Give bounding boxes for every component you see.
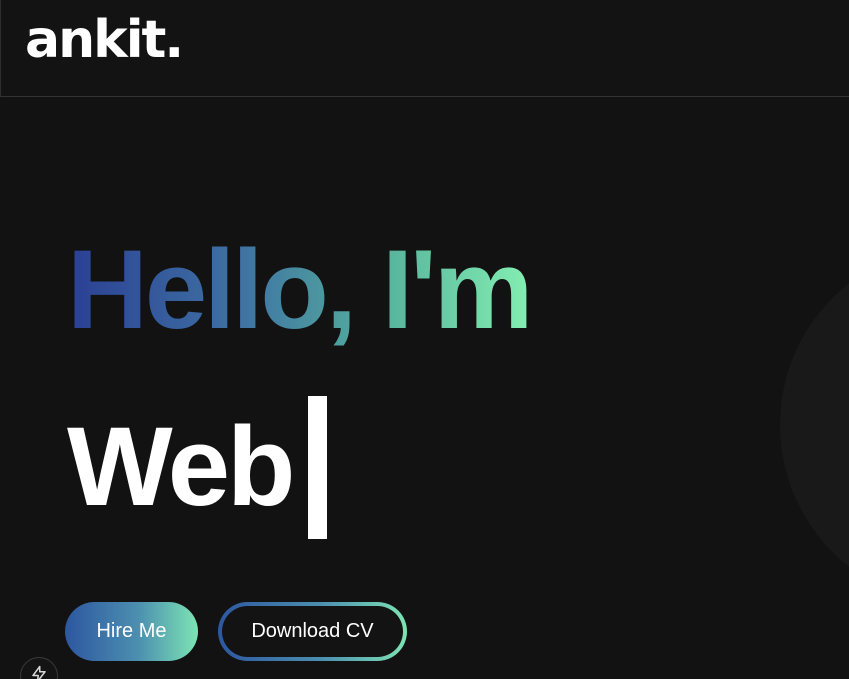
- hire-me-button[interactable]: Hire Me: [65, 602, 198, 661]
- navbar: ankit.: [0, 0, 849, 97]
- site-logo[interactable]: ankit.: [25, 14, 184, 66]
- download-cv-label: Download CV: [222, 606, 403, 657]
- lightning-bolt-button[interactable]: [20, 657, 58, 679]
- lightning-bolt-icon: [32, 665, 46, 679]
- background-circle: [780, 245, 849, 605]
- typing-cursor: [308, 395, 328, 539]
- hero-greeting: Hello, I'm: [67, 227, 533, 352]
- portfolio-page: ankit. Hello, I'm Web Hire Me Download C…: [0, 0, 849, 679]
- hero-role-line: Web: [67, 392, 328, 542]
- download-cv-button[interactable]: Download CV: [218, 602, 407, 661]
- hero-typed-role: Web: [67, 404, 295, 529]
